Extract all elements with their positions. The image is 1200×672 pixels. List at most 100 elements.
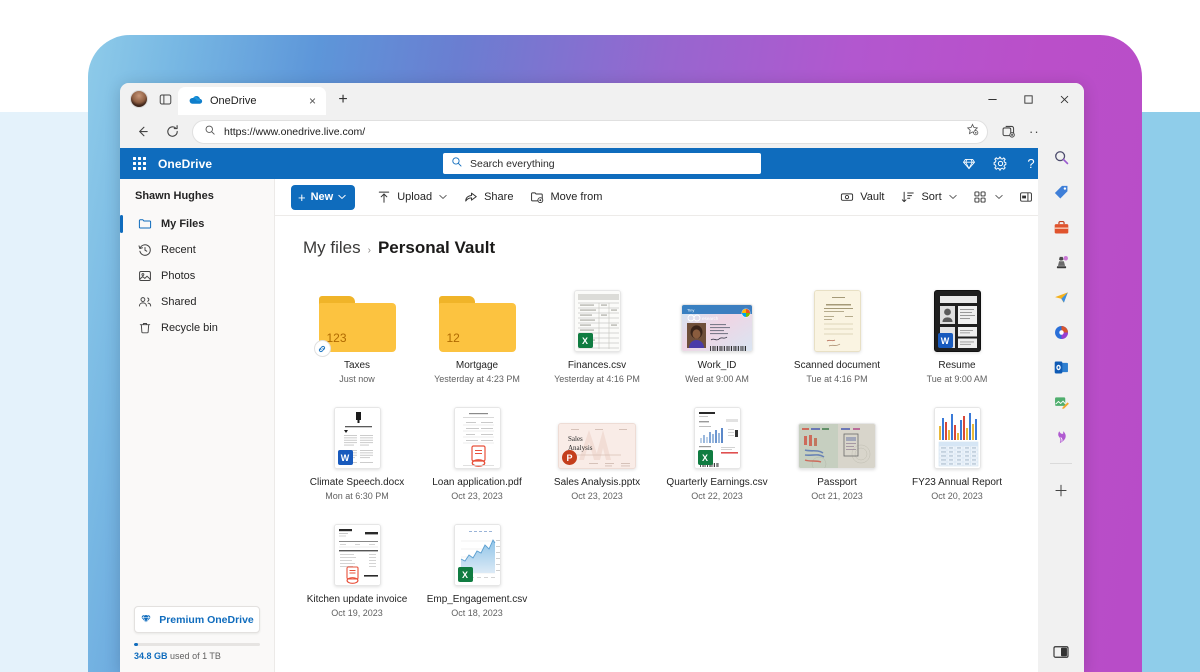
share-button[interactable]: Share: [455, 184, 521, 210]
file-name: Scanned document: [793, 360, 881, 371]
split-screen-icon[interactable]: [1050, 641, 1072, 663]
file-tile[interactable]: Sales Analysis P Sales Analysis.pptx Oct…: [537, 393, 657, 501]
thumbnail: [933, 397, 981, 469]
file-name: Taxes: [343, 360, 371, 371]
move-from-button[interactable]: Move from: [521, 184, 610, 210]
upload-button[interactable]: Upload: [368, 184, 455, 210]
back-button[interactable]: [128, 119, 156, 145]
thumbnail: [333, 514, 381, 586]
breadcrumb-parent[interactable]: My files: [303, 238, 361, 258]
window-minimize-button[interactable]: [974, 84, 1010, 114]
command-label: Upload: [397, 191, 433, 203]
page-title: Personal Vault: [377, 238, 496, 257]
excel-badge: X: [457, 567, 473, 582]
navigation-toolbar: https://www.onedrive.live.com/ ··· b: [120, 115, 1084, 148]
outlook-icon[interactable]: [1050, 356, 1072, 378]
window-close-button[interactable]: [1046, 84, 1082, 114]
file-name: Finances.csv: [567, 360, 627, 371]
sidebar-item-photos[interactable]: Photos: [120, 263, 274, 289]
window-controls: [974, 83, 1082, 115]
image-creator-icon[interactable]: [1050, 426, 1072, 448]
file-tile[interactable]: X Finances.csv Yesterday at 4:16 PM: [537, 276, 657, 384]
thumbnail: Tiny esearch: [681, 280, 753, 352]
file-date: Oct 22, 2023: [691, 491, 743, 501]
file-tile[interactable]: 12 Mortgage Yesterday at 4:23 PM: [417, 276, 537, 384]
sort-icon: [900, 190, 915, 205]
vault-button[interactable]: Vault: [831, 184, 892, 210]
designer-icon[interactable]: [1050, 391, 1072, 413]
search-input[interactable]: Search everything: [470, 158, 555, 170]
shared-link-badge: [313, 340, 331, 357]
premium-diamond-icon[interactable]: [960, 155, 978, 173]
id-card-thumbnail: Tiny esearch: [681, 304, 753, 352]
thumbnail: W: [333, 397, 381, 469]
games-icon[interactable]: [1050, 251, 1072, 273]
premium-onedrive-button[interactable]: Premium OneDrive: [134, 606, 260, 633]
file-date: Yesterday at 4:23 PM: [434, 374, 520, 384]
file-tile[interactable]: X Emp_Engagement.csv Oct 18, 2023: [417, 510, 537, 618]
address-bar[interactable]: https://www.onedrive.live.com/: [192, 119, 988, 144]
sidebar-item-recycle-bin[interactable]: Recycle bin: [120, 315, 274, 341]
backdrop-notch-right: [1142, 0, 1200, 112]
outlook-send-icon[interactable]: [1050, 286, 1072, 308]
tab-actions-icon[interactable]: [154, 88, 176, 110]
sidebar-item-my-files[interactable]: My Files: [120, 211, 274, 237]
microsoft-logo-icon: [741, 308, 751, 318]
file-tile[interactable]: Passport Oct 21, 2023: [777, 393, 897, 501]
search-icon[interactable]: [1050, 146, 1072, 168]
form-thumbnail: [453, 407, 501, 469]
file-tile[interactable]: Tiny esearch Work_ID Wed at 9:00 AM: [657, 276, 777, 384]
file-tile[interactable]: Kitchen update invoice Oct 19, 2023: [297, 510, 417, 618]
document-thumbnail: X: [573, 290, 621, 352]
file-tile[interactable]: W Resume Tue at 9:00 AM: [897, 276, 1017, 384]
passport-thumbnail: [798, 423, 876, 469]
browser-profile-avatar[interactable]: [130, 90, 148, 108]
file-tile[interactable]: Scanned document Tue at 4:16 PM: [777, 276, 897, 384]
slide-thumbnail: Sales Analysis P: [558, 423, 636, 469]
file-date: Mon at 6:30 PM: [325, 491, 389, 501]
new-button[interactable]: + New: [291, 184, 356, 210]
breadcrumb-separator: ›: [367, 245, 371, 256]
browser-tab[interactable]: OneDrive ×: [178, 87, 326, 115]
file-date: Yesterday at 4:16 PM: [554, 374, 640, 384]
onedrive-brand-label[interactable]: OneDrive: [158, 157, 212, 171]
thumbnail: [453, 397, 501, 469]
file-tile[interactable]: X Quarterly Earnings.csv Oct 22, 2023: [657, 393, 777, 501]
tab-strip: OneDrive × +: [120, 83, 1084, 115]
file-name: Quarterly Earnings.csv: [666, 477, 768, 488]
file-tile[interactable]: Loan application.pdf Oct 23, 2023: [417, 393, 537, 501]
settings-gear-icon[interactable]: [991, 155, 1009, 173]
file-tile[interactable]: FY23 Annual Report Oct 20, 2023: [897, 393, 1017, 501]
sidebar-item-shared[interactable]: Shared: [120, 289, 274, 315]
sidebar-item-recent[interactable]: Recent: [120, 237, 274, 263]
shopping-tag-icon[interactable]: [1050, 181, 1072, 203]
backdrop-panel-right: [1142, 112, 1200, 672]
new-tab-button[interactable]: +: [331, 88, 355, 112]
office-365-icon[interactable]: [1050, 321, 1072, 343]
refresh-button[interactable]: [158, 119, 186, 145]
search-everything-box[interactable]: Search everything: [443, 153, 761, 174]
window-maximize-button[interactable]: [1010, 84, 1046, 114]
sidebar-item-label: Shared: [161, 296, 197, 308]
file-tile[interactable]: 123 Taxes Just now: [297, 276, 417, 384]
folder-item-count: 12: [446, 331, 460, 345]
search-icon: [204, 123, 216, 141]
tab-close-icon[interactable]: ×: [305, 94, 320, 109]
invoice-preview: [334, 525, 380, 585]
add-sidebar-app-icon[interactable]: ＋: [1050, 479, 1072, 501]
file-date: Wed at 9:00 AM: [685, 374, 749, 384]
file-tile[interactable]: W Climate Speech.docx Mon at 6:30 PM: [297, 393, 417, 501]
chevron-down-icon: [439, 193, 447, 202]
word-badge: W: [937, 333, 953, 348]
sort-button[interactable]: Sort: [892, 184, 964, 210]
collections-icon[interactable]: [994, 119, 1022, 145]
chevron-down-icon: [338, 191, 346, 203]
favorites-add-icon[interactable]: [966, 123, 979, 141]
waffle-icon[interactable]: [120, 157, 158, 170]
view-options-button[interactable]: [965, 184, 1011, 210]
photo-icon: [137, 269, 152, 284]
billing-statement-thumbnail: X: [693, 407, 741, 469]
tools-briefcase-icon[interactable]: [1050, 216, 1072, 238]
move-from-icon: [529, 190, 544, 205]
